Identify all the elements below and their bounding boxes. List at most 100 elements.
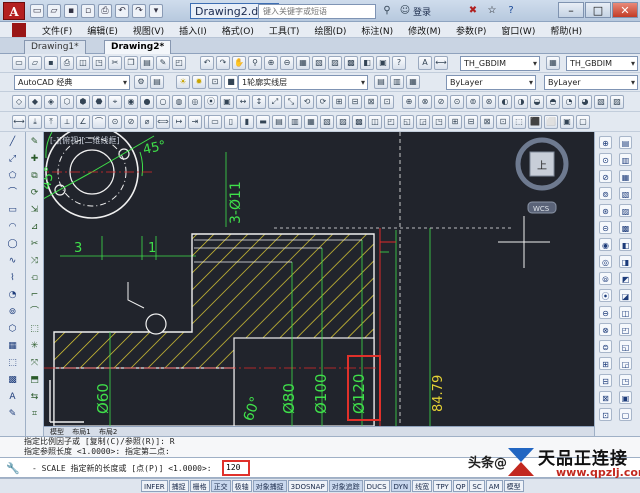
modify-tool-icon[interactable]: ⟳ bbox=[28, 187, 41, 200]
dimension-tool-icon[interactable]: ⟺ bbox=[156, 115, 170, 129]
view-tool-icon[interactable]: ⊟ bbox=[348, 95, 362, 109]
view-tool-icon[interactable]: ⊞ bbox=[332, 95, 346, 109]
zoom-prev-icon[interactable]: ⊖ bbox=[280, 56, 294, 70]
misc-tool-icon[interactable]: ▧ bbox=[320, 115, 334, 129]
status-toggle[interactable]: SC bbox=[469, 480, 485, 492]
menu-item[interactable]: 视图(V) bbox=[133, 24, 164, 37]
modify-tool-icon[interactable]: ✚ bbox=[28, 153, 41, 166]
osnap-tool-icon[interactable]: ⊗ bbox=[599, 323, 612, 336]
status-toggle[interactable]: DUCS bbox=[363, 480, 390, 492]
visual-style-icon[interactable]: ⬢ bbox=[76, 95, 90, 109]
misc-tool-icon[interactable]: ▦ bbox=[304, 115, 318, 129]
draw-tool-icon[interactable]: ✎ bbox=[6, 408, 19, 421]
modify-tool-icon[interactable]: ⇆ bbox=[28, 391, 41, 404]
save-icon[interactable]: ▪ bbox=[44, 56, 58, 70]
misc-tool-icon[interactable]: ◱ bbox=[400, 115, 414, 129]
modify-tool-icon[interactable]: ✳ bbox=[28, 340, 41, 353]
status-toggle[interactable]: 栅格 bbox=[189, 480, 210, 492]
layer-tool-icon[interactable]: ◲ bbox=[619, 357, 632, 370]
misc-tool-icon[interactable]: ⬛ bbox=[528, 115, 542, 129]
visual-style-icon[interactable]: ▣ bbox=[220, 95, 234, 109]
pan-icon[interactable]: ✋ bbox=[232, 56, 246, 70]
menu-app-icon[interactable] bbox=[12, 23, 26, 37]
snap-tool-icon[interactable]: ▨ bbox=[610, 95, 624, 109]
view-tool-icon[interactable]: ⟲ bbox=[300, 95, 314, 109]
menu-item[interactable]: 格式(O) bbox=[222, 24, 254, 37]
dimension-tool-icon[interactable]: ⟂ bbox=[60, 115, 74, 129]
status-toggle[interactable]: 对象捕捉 bbox=[252, 480, 287, 492]
snap-tool-icon[interactable]: ⊕ bbox=[402, 95, 416, 109]
draw-tool-icon[interactable]: ⬡ bbox=[6, 323, 19, 336]
visual-style-icon[interactable]: ◈ bbox=[44, 95, 58, 109]
draw-tool-icon[interactable]: ⬠ bbox=[6, 170, 19, 183]
redo-tool-icon[interactable]: ↷ bbox=[216, 56, 230, 70]
misc-tool-icon[interactable]: ▤ bbox=[272, 115, 286, 129]
login-link[interactable]: 登录 bbox=[413, 5, 431, 18]
publish-icon[interactable]: ◳ bbox=[92, 56, 106, 70]
layer-tool-icon[interactable]: ▧ bbox=[619, 187, 632, 200]
misc-tool-icon[interactable]: ⊡ bbox=[496, 115, 510, 129]
snap-tool-icon[interactable]: ⊙ bbox=[450, 95, 464, 109]
status-toggle[interactable]: 模型 bbox=[503, 480, 524, 492]
visual-style-icon[interactable]: ● bbox=[140, 95, 154, 109]
modify-tool-icon[interactable]: ⌒ bbox=[28, 306, 41, 319]
draw-tool-icon[interactable]: ⌇ bbox=[6, 272, 19, 285]
menu-item[interactable]: 绘图(D) bbox=[314, 24, 346, 37]
modify-tool-icon[interactable]: ⊿ bbox=[28, 221, 41, 234]
dimension-tool-icon[interactable]: ⤓ bbox=[28, 115, 42, 129]
layer-select[interactable]: 1轮廓实线层 bbox=[238, 75, 368, 90]
redo-icon[interactable]: ↷ bbox=[132, 4, 146, 18]
visual-style-icon[interactable]: ⦿ bbox=[204, 95, 218, 109]
osnap-tool-icon[interactable]: ◉ bbox=[599, 238, 612, 251]
dimension-tool-icon[interactable]: ⊘ bbox=[124, 115, 138, 129]
layout-tab-model[interactable]: 模型 bbox=[50, 428, 64, 436]
calc-icon[interactable]: ▣ bbox=[376, 56, 390, 70]
draw-tool-icon[interactable]: ◯ bbox=[6, 238, 19, 251]
visual-style-icon[interactable]: ◎ bbox=[188, 95, 202, 109]
status-toggle[interactable]: 捕捉 bbox=[168, 480, 189, 492]
draw-tool-icon[interactable]: ╱ bbox=[6, 136, 19, 149]
layer-tool-icon[interactable]: ◨ bbox=[619, 255, 632, 268]
markup-icon[interactable]: ◧ bbox=[360, 56, 374, 70]
view-tool-icon[interactable]: ⤡ bbox=[284, 95, 298, 109]
modify-tool-icon[interactable]: ⧉ bbox=[28, 170, 41, 183]
modify-tool-icon[interactable]: ⌗ bbox=[28, 408, 41, 421]
osnap-tool-icon[interactable]: ⊖ bbox=[599, 306, 612, 319]
color-square-icon[interactable]: ■ bbox=[224, 75, 238, 89]
view-tool-icon[interactable]: ⤢ bbox=[268, 95, 282, 109]
modify-tool-icon[interactable]: ⤧ bbox=[28, 357, 41, 370]
menu-item[interactable]: 窗口(W) bbox=[501, 24, 535, 37]
layout-tab-2[interactable]: 布局2 bbox=[99, 428, 117, 436]
osnap-tool-icon[interactable]: ⊝ bbox=[599, 221, 612, 234]
misc-tool-icon[interactable]: ◳ bbox=[432, 115, 446, 129]
misc-tool-icon[interactable]: ▮ bbox=[240, 115, 254, 129]
misc-tool-icon[interactable]: ▯ bbox=[224, 115, 238, 129]
layer-tool-icon[interactable]: ▣ bbox=[619, 391, 632, 404]
dimension-tool-icon[interactable]: ⊙ bbox=[108, 115, 122, 129]
undo-icon[interactable]: ↶ bbox=[115, 4, 129, 18]
osnap-tool-icon[interactable]: ◎ bbox=[599, 255, 612, 268]
layer-tool-icon[interactable]: ◱ bbox=[619, 340, 632, 353]
open-icon[interactable]: ▱ bbox=[28, 56, 42, 70]
dimension-tool-icon[interactable]: ⌒ bbox=[92, 115, 106, 129]
menu-item[interactable]: 编辑(E) bbox=[87, 24, 118, 37]
maximize-button[interactable]: □ bbox=[585, 2, 611, 18]
workspace-select[interactable]: AutoCAD 经典 bbox=[14, 75, 130, 90]
copy-icon[interactable]: ❐ bbox=[124, 56, 138, 70]
snap-tool-icon[interactable]: ◕ bbox=[578, 95, 592, 109]
draw-tool-icon[interactable]: ▩ bbox=[6, 374, 19, 387]
draw-tool-icon[interactable]: ◠ bbox=[6, 221, 19, 234]
dim-style-icon[interactable]: ⟷ bbox=[434, 56, 448, 70]
status-toggle[interactable]: AM bbox=[485, 480, 503, 492]
layer-tool-icon[interactable]: ▦ bbox=[619, 170, 632, 183]
drawing-canvas[interactable]: [-][俯视][二维线框] 45° 45° 3-Ø11 3 1 Ø60 Ø80 … bbox=[44, 132, 594, 426]
modify-tool-icon[interactable]: ⤨ bbox=[28, 255, 41, 268]
layer-prev-icon[interactable]: ▥ bbox=[390, 75, 404, 89]
modify-tool-icon[interactable]: ⟤ bbox=[28, 272, 41, 285]
osnap-tool-icon[interactable]: ⊘ bbox=[599, 170, 612, 183]
status-toggle[interactable]: 对象追踪 bbox=[328, 480, 363, 492]
menu-item[interactable]: 插入(I) bbox=[179, 24, 207, 37]
view-tool-icon[interactable]: ↔ bbox=[236, 95, 250, 109]
tab-drawing1[interactable]: Drawing1* bbox=[24, 40, 86, 54]
layer-tool-icon[interactable]: ▥ bbox=[619, 153, 632, 166]
